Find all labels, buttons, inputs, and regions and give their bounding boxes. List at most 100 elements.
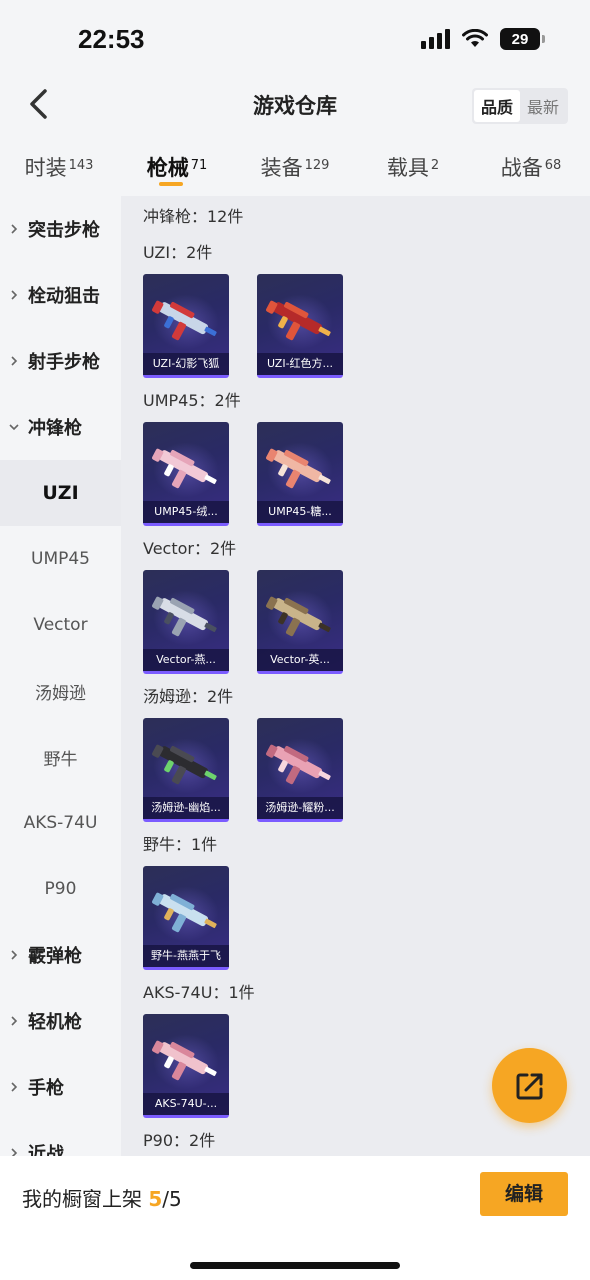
chevron-right-icon (0, 1081, 28, 1093)
tab-fashion[interactable]: 时装 143 (0, 140, 118, 192)
sidebar-category[interactable]: 冲锋枪 (0, 394, 121, 460)
sort-option-latest[interactable]: 最新 (520, 90, 566, 122)
tab-label: 时装 (24, 156, 67, 180)
sidebar-item-label: AKS-74U (23, 813, 98, 833)
chevron-right-icon (0, 949, 28, 961)
weapon-card[interactable]: UMP45-糖... (257, 422, 343, 526)
tab-count: 71 (190, 157, 208, 173)
weapon-image (151, 584, 221, 648)
weapon-group-title: 汤姆逊：2件 (143, 687, 234, 706)
weapon-image (151, 880, 221, 944)
sidebar-subcategory[interactable]: Vector (0, 592, 121, 658)
weapon-grid: 冲锋枪：12件 UZI：2件 UZI-幻影飞狐 UZI-红色方... UMP45：2件… (121, 196, 590, 1156)
weapon-name: UMP45-绒... (143, 501, 229, 523)
weapon-card-row: 野牛-燕燕于飞 (143, 866, 590, 970)
tab-vehicles[interactable]: 载具 2 (354, 140, 472, 192)
sidebar-item-label: 霰弹枪 (28, 946, 82, 967)
category-tabs: 时装 143 枪械 71 装备 129 载具 2 战备 68 (0, 140, 590, 192)
sort-option-quality[interactable]: 品质 (473, 90, 520, 122)
weapon-group-title: Vector：2件 (143, 539, 237, 558)
showcase-current: 5 (148, 1187, 163, 1211)
sidebar-subcategory[interactable]: 野牛 (0, 724, 121, 790)
weapon-card[interactable]: 汤姆逊-幽焰... (143, 718, 229, 822)
weapon-image (151, 1028, 221, 1092)
sort-toggle: 品质 最新 (471, 88, 568, 124)
weapon-name: UZI-红色方... (257, 353, 343, 375)
tab-label: 载具 (386, 156, 429, 180)
sidebar-category[interactable]: 近战 (0, 1120, 121, 1156)
sidebar-category[interactable]: 栓动狙击 (0, 262, 121, 328)
weapon-card[interactable]: UZI-幻影飞狐 (143, 274, 229, 378)
tab-supplies[interactable]: 战备 68 (472, 140, 590, 192)
chevron-right-icon (0, 355, 28, 367)
weapon-group-title: UMP45：2件 (143, 391, 241, 410)
sidebar-category[interactable]: 手枪 (0, 1054, 121, 1120)
home-indicator (190, 1262, 400, 1269)
weapon-card[interactable]: UZI-红色方... (257, 274, 343, 378)
sidebar-item-label: 轻机枪 (28, 1012, 82, 1033)
sidebar-category[interactable]: 突击步枪 (0, 196, 121, 262)
weapon-image (151, 288, 221, 352)
sidebar-subcategory[interactable]: UZI (0, 460, 121, 526)
weapon-image (265, 584, 335, 648)
weapon-name: AKS-74U-... (143, 1093, 229, 1115)
weapon-image (151, 732, 221, 796)
weapon-card[interactable]: Vector-英... (257, 570, 343, 674)
sidebar-subcategory[interactable]: UMP45 (0, 526, 121, 592)
weapon-name: UZI-幻影飞狐 (143, 353, 229, 375)
weapon-group-title: AKS-74U：1件 (143, 983, 255, 1002)
tab-label: 战备 (500, 156, 543, 180)
edit-button[interactable]: 编辑 (480, 1172, 568, 1216)
sidebar-subcategory[interactable]: 汤姆逊 (0, 658, 121, 724)
sidebar-category[interactable]: 霰弹枪 (0, 922, 121, 988)
sidebar-category[interactable]: 轻机枪 (0, 988, 121, 1054)
weapon-name: 野牛-燕燕于飞 (143, 945, 229, 967)
sidebar-subcategory[interactable]: AKS-74U (0, 790, 121, 856)
weapon-card[interactable]: 汤姆逊-耀粉... (257, 718, 343, 822)
weapon-name: Vector-燕... (143, 649, 229, 671)
weapon-card-row: Vector-燕... Vector-英... (143, 570, 590, 674)
chevron-right-icon (0, 223, 28, 235)
weapon-name: 汤姆逊-幽焰... (143, 797, 229, 819)
weapon-card[interactable]: AKS-74U-... (143, 1014, 229, 1118)
share-button[interactable] (492, 1048, 567, 1123)
tab-count: 129 (304, 157, 330, 173)
sidebar-item-label: 冲锋枪 (28, 418, 82, 439)
weapon-image (265, 436, 335, 500)
chevron-down-icon (0, 421, 28, 433)
tab-equipment[interactable]: 装备 129 (236, 140, 354, 192)
active-tab-indicator (159, 182, 183, 186)
sidebar-category[interactable]: 射手步枪 (0, 328, 121, 394)
weapon-card[interactable]: 野牛-燕燕于飞 (143, 866, 229, 970)
weapon-group-title: 野牛：1件 (143, 835, 218, 854)
status-icons: 29 (421, 28, 545, 50)
weapon-name: Vector-英... (257, 649, 343, 671)
showcase-total: /5 (162, 1187, 182, 1211)
wifi-icon (462, 29, 488, 47)
bottom-bar: 我的橱窗上架 5/5 编辑 (0, 1156, 590, 1280)
weapon-group-title: P90：2件 (143, 1131, 216, 1150)
weapon-group-title: UZI：2件 (143, 243, 213, 262)
sidebar-subcategory[interactable]: P90 (0, 856, 121, 922)
signal-icon (421, 29, 450, 49)
sidebar-item-label: 近战 (28, 1144, 64, 1156)
tab-count: 143 (68, 157, 94, 173)
weapon-card-row: 汤姆逊-幽焰... 汤姆逊-耀粉... (143, 718, 590, 822)
weapon-card[interactable]: Vector-燕... (143, 570, 229, 674)
weapon-card[interactable]: UMP45-绒... (143, 422, 229, 526)
battery-icon: 29 (500, 28, 545, 50)
tab-guns[interactable]: 枪械 71 (118, 140, 236, 192)
tab-label: 枪械 (146, 156, 189, 180)
chevron-right-icon (0, 289, 28, 301)
weapon-name: UMP45-糖... (257, 501, 343, 523)
sidebar-item-label: 突击步枪 (28, 220, 100, 241)
share-icon (516, 1073, 542, 1099)
weapon-name: 汤姆逊-耀粉... (257, 797, 343, 819)
sidebar-item-label: UZI (42, 482, 79, 504)
header: 游戏仓库 品质 最新 (0, 72, 590, 136)
weapon-category-sidebar: 突击步枪栓动狙击射手步枪冲锋枪 UZI UMP45 Vector 汤姆逊野牛 AKS-74… (0, 196, 121, 1156)
sidebar-item-label: 栓动狙击 (28, 286, 100, 307)
sidebar-item-label: P90 (44, 879, 77, 899)
sidebar-item-label: 汤姆逊 (35, 683, 86, 704)
chevron-right-icon (0, 1147, 28, 1156)
